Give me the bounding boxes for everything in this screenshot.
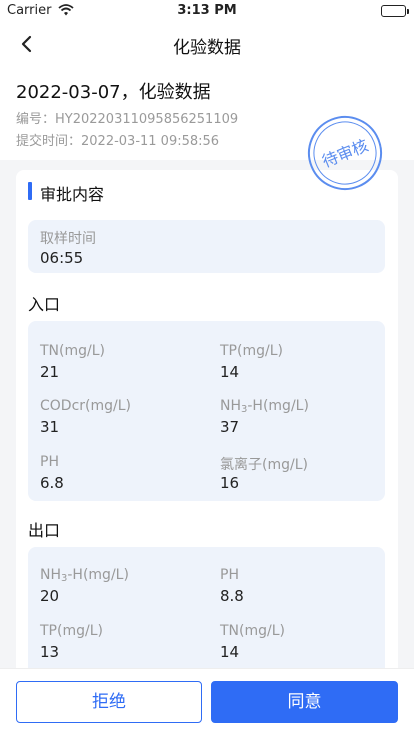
inlet-chloride-label: 氯离子(mg/L) (220, 457, 308, 473)
action-bar: 拒绝 同意 (0, 668, 414, 736)
record-title: 2022-03-07，化验数据 (16, 82, 211, 103)
sampling-panel: 取样时间 06:55 (28, 220, 385, 273)
sampling-value: 06:55 (40, 249, 84, 267)
inlet-cod-label: CODcr(mg/L) (40, 398, 131, 414)
inlet-chloride-value: 16 (220, 474, 240, 492)
clock: 3:13 PM (177, 3, 237, 18)
outlet-tp-value: 13 (40, 643, 60, 661)
nav-bar: 化验数据 (0, 22, 414, 66)
inlet-tn-label: TN(mg/L) (40, 343, 105, 359)
approve-button[interactable]: 同意 (211, 681, 398, 723)
outlet-tp-label: TP(mg/L) (40, 623, 103, 639)
outlet-title: 出口 (28, 521, 61, 540)
outlet-tn-value: 14 (220, 643, 240, 661)
stamp-text: 待审核 (319, 136, 371, 172)
inlet-ph-value: 6.8 (40, 474, 64, 492)
section-title: 审批内容 (40, 185, 105, 204)
outlet-tn-label: TN(mg/L) (220, 623, 285, 639)
inlet-tn-value: 21 (40, 363, 60, 381)
inlet-nh3-value: 37 (220, 418, 240, 436)
battery-icon (381, 5, 409, 17)
inlet-nh3-label: NH3-H(mg/L) (220, 398, 309, 415)
outlet-nh3-value: 20 (40, 587, 60, 605)
sampling-label: 取样时间 (40, 231, 96, 247)
submit-time: 提交时间：2022-03-11 09:58:56 (16, 134, 220, 149)
inlet-title: 入口 (28, 295, 61, 314)
inlet-ph-label: PH (40, 454, 59, 470)
page-title: 化验数据 (173, 38, 241, 58)
outlet-nh3-label: NH3-H(mg/L) (40, 567, 129, 584)
approval-card: 审批内容 取样时间 06:55 入口 TN(mg/L) 21 TP(mg/L) … (16, 170, 398, 690)
status-bar: Carrier 3:13 PM (0, 0, 414, 22)
outlet-ph-label: PH (220, 567, 239, 583)
outlet-ph-value: 8.8 (220, 587, 244, 605)
section-accent-bar (28, 182, 32, 200)
reject-button[interactable]: 拒绝 (16, 681, 202, 723)
inlet-tp-label: TP(mg/L) (220, 343, 283, 359)
inlet-tp-value: 14 (220, 363, 240, 381)
inlet-panel: TN(mg/L) 21 TP(mg/L) 14 CODcr(mg/L) 31 N… (28, 321, 385, 501)
record-serial: 编号：HY20220311095856251109 (16, 112, 239, 127)
pending-review-stamp: 待审核 (306, 114, 384, 192)
inlet-cod-value: 31 (40, 418, 60, 436)
